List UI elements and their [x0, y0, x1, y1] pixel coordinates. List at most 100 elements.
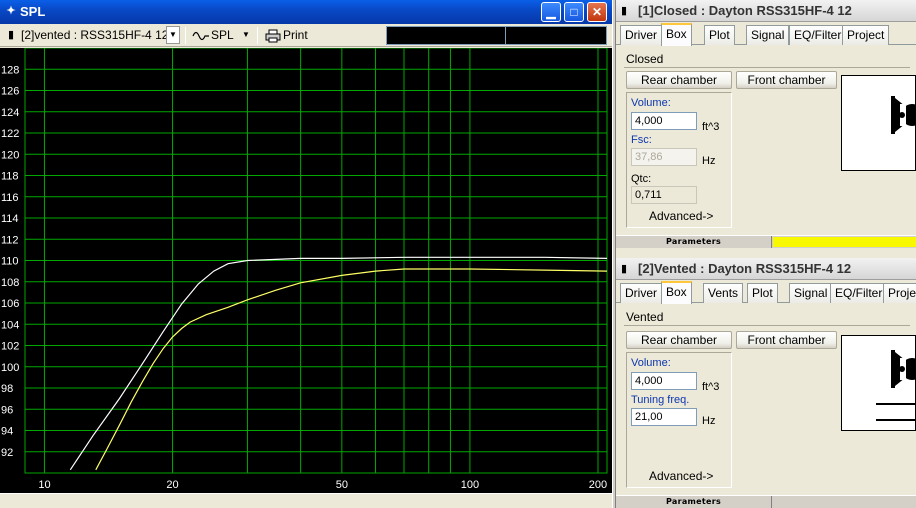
- spl-titlebar[interactable]: ✦ SPL ▁ □ ✕: [0, 0, 612, 24]
- box-diagram: [841, 335, 916, 431]
- y-tick-label: 112: [1, 234, 19, 246]
- y-tick-label: 122: [1, 128, 19, 140]
- tab-driver[interactable]: Driver: [620, 25, 662, 45]
- advanced-button[interactable]: Advanced->: [649, 209, 713, 223]
- y-tick-label: 118: [1, 171, 19, 183]
- chevron-down-icon[interactable]: ▼: [242, 30, 250, 39]
- tab-vents[interactable]: Vents: [703, 283, 744, 303]
- volume-field[interactable]: 4,000: [631, 112, 697, 130]
- speaker-diagram-icon: [876, 350, 915, 421]
- tab-signal[interactable]: Signal: [746, 25, 790, 45]
- spl-chart[interactable]: 92 94 96 98 100 102 104 106 108 110 112 114 116 118 12…: [0, 48, 612, 493]
- maximize-button[interactable]: □: [564, 2, 584, 22]
- speaker-icon: ▮: [621, 5, 628, 17]
- y-tick-label: 98: [1, 383, 13, 395]
- parameters-indicator: [773, 237, 916, 247]
- closed-box-panel: ▮ [1]Closed : Dayton RSS315HF-4 12 Drive…: [616, 0, 916, 258]
- tuning-freq-field[interactable]: 21,00: [631, 408, 697, 426]
- close-button[interactable]: ✕: [587, 2, 607, 22]
- x-tick-label: 100: [461, 479, 479, 491]
- tab-bar: Driver Box Vents Plot Signal EQ/Filter P…: [616, 281, 916, 304]
- box-fields: Volume: 4,000 ft^3 Fsc: 37,86 Hz Qtc: 0,…: [626, 92, 732, 228]
- divider: [624, 325, 910, 326]
- y-tick-label: 102: [1, 341, 19, 353]
- driver-select[interactable]: [2]vented : RSS315HF-4 12'': [21, 28, 173, 42]
- parameters-label: Parameters: [616, 236, 772, 248]
- tab-eq-filter[interactable]: EQ/Filter: [830, 283, 888, 303]
- volume-unit: ft^3: [702, 121, 720, 133]
- volume-label: Volume:: [631, 97, 671, 109]
- y-tick-label: 108: [1, 277, 19, 289]
- speaker-icon: ▮: [621, 263, 628, 275]
- graph-icon: ✦: [6, 5, 16, 17]
- rear-chamber-button[interactable]: Rear chamber: [626, 331, 732, 349]
- y-tick-label: 92: [1, 447, 13, 459]
- x-tick-label: 200: [589, 479, 607, 491]
- y-tick-label: 104: [1, 319, 19, 331]
- y-tick-label: 110: [1, 256, 19, 268]
- volume-unit: ft^3: [702, 381, 720, 393]
- tab-project[interactable]: Project: [842, 25, 890, 45]
- printer-icon: [265, 29, 281, 43]
- panel-title: [1]Closed : Dayton RSS315HF-4 12: [638, 3, 852, 18]
- status-display: [505, 26, 607, 45]
- tab-driver[interactable]: Driver: [620, 283, 662, 303]
- parameters-bar[interactable]: Parameters: [616, 235, 916, 248]
- tab-bar: Driver Box Plot Signal EQ/Filter Project: [616, 23, 916, 46]
- chevron-down-icon[interactable]: ▼: [166, 26, 180, 44]
- x-tick-label: 50: [336, 479, 348, 491]
- toolbar-separator: [257, 27, 258, 44]
- advanced-button[interactable]: Advanced->: [649, 469, 713, 483]
- toolbar-separator: [185, 27, 186, 44]
- y-tick-label: 114: [1, 213, 19, 225]
- minimize-button[interactable]: ▁: [541, 2, 561, 22]
- fsc-field: 37,86: [631, 148, 697, 166]
- fsc-unit: Hz: [702, 155, 716, 167]
- rear-chamber-button[interactable]: Rear chamber: [626, 71, 732, 89]
- spl-mode-button[interactable]: SPL: [211, 28, 234, 42]
- box-type-label: Closed: [626, 52, 664, 66]
- tab-project[interactable]: Projec: [883, 283, 916, 303]
- spl-series-line-1: [69, 256, 608, 471]
- print-button[interactable]: Print: [283, 28, 308, 42]
- x-tick-label: 10: [38, 479, 50, 491]
- status-display: [386, 26, 506, 45]
- y-tick-label: 124: [1, 107, 19, 119]
- tab-box[interactable]: Box: [661, 23, 692, 46]
- box-type-label: Vented: [626, 310, 664, 324]
- window-title: SPL: [20, 4, 46, 19]
- y-tick-label: 106: [1, 298, 19, 310]
- y-tick-label: 128: [1, 64, 19, 76]
- spl-toolbar: ▮ [2]vented : RSS315HF-4 12'' ▼ SPL ▼ Pr…: [0, 24, 612, 47]
- fsc-label: Fsc:: [631, 134, 652, 146]
- volume-field[interactable]: 4,000: [631, 372, 697, 390]
- speaker-diagram-icon: [891, 96, 915, 134]
- front-chamber-button[interactable]: Front chamber: [736, 71, 837, 89]
- tab-signal[interactable]: Signal: [789, 283, 833, 303]
- box-fields: Volume: 4,000 ft^3 Tuning freq. 21,00 Hz…: [626, 352, 732, 488]
- speaker-icon: ▮: [7, 29, 15, 41]
- front-chamber-button[interactable]: Front chamber: [736, 331, 837, 349]
- tuning-freq-label: Tuning freq.: [631, 394, 690, 406]
- tab-plot[interactable]: Plot: [747, 283, 778, 303]
- parameters-bar[interactable]: Parameters: [616, 495, 916, 508]
- volume-label: Volume:: [631, 357, 671, 369]
- y-tick-label: 94: [1, 426, 13, 438]
- panel-title: [2]Vented : Dayton RSS315HF-4 12: [638, 261, 852, 276]
- panel-titlebar[interactable]: ▮ [1]Closed : Dayton RSS315HF-4 12: [616, 0, 916, 22]
- divider: [624, 67, 910, 68]
- y-tick-label: 96: [1, 404, 13, 416]
- spl-window: ✦ SPL ▁ □ ✕ ▮ [2]vented : RSS315HF-4 12'…: [0, 0, 612, 508]
- qtc-label: Qtc:: [631, 173, 652, 185]
- status-bar: [0, 493, 612, 508]
- qtc-field: 0,711: [631, 186, 697, 204]
- y-tick-label: 126: [1, 86, 19, 98]
- y-tick-label: 116: [1, 192, 19, 204]
- panel-titlebar[interactable]: ▮ [2]Vented : Dayton RSS315HF-4 12: [616, 258, 916, 280]
- parameters-label: Parameters: [616, 496, 772, 508]
- y-tick-label: 120: [1, 149, 19, 161]
- tab-plot[interactable]: Plot: [704, 25, 735, 45]
- x-tick-label: 20: [166, 479, 178, 491]
- tab-eq-filter[interactable]: EQ/Filter: [789, 25, 847, 45]
- tab-box[interactable]: Box: [661, 281, 692, 304]
